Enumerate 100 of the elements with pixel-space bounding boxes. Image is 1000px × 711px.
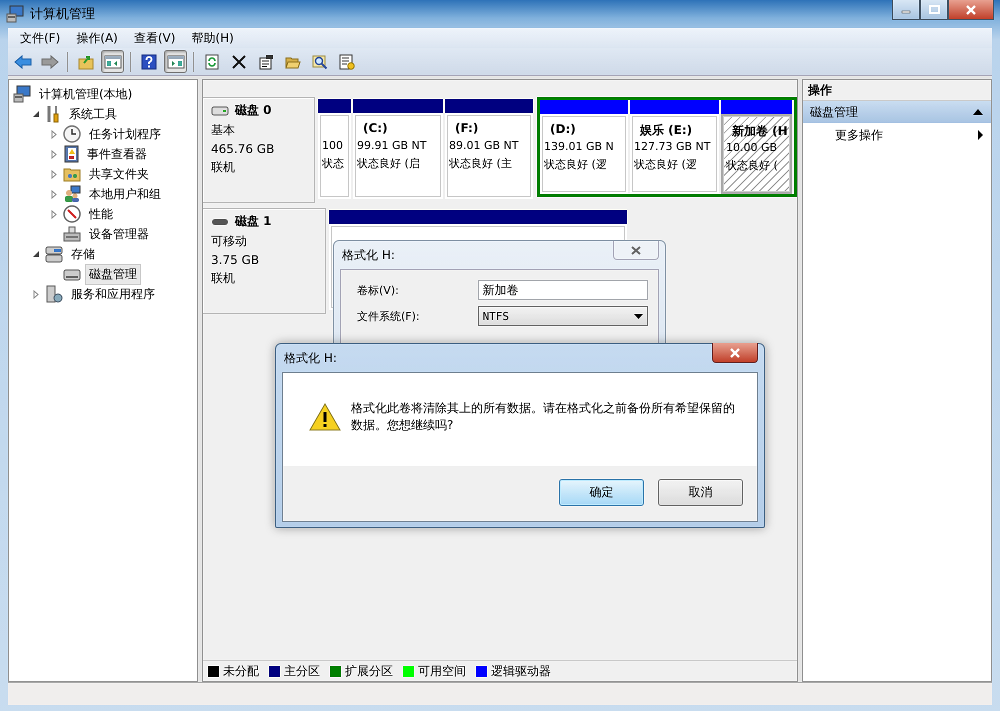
legend-label: 主分区 (284, 662, 320, 680)
expand-triangle-icon (51, 150, 57, 158)
console-tree-icon (104, 54, 122, 70)
disk-name: 磁盘 1 (235, 213, 272, 230)
expand-triangle-icon (33, 290, 39, 298)
menu-item[interactable]: 查看(V) (126, 30, 184, 46)
tools-icon (45, 105, 61, 123)
input-field[interactable]: 新加卷 (478, 280, 648, 300)
back-arrow-icon (14, 54, 32, 70)
disk-size: 465.76 GB (211, 142, 276, 156)
volume-size: 127.73 GB NT (634, 140, 712, 153)
maximize-button[interactable] (920, 0, 948, 20)
volume-label: 娱乐 (E:) (638, 122, 694, 136)
dropdown[interactable]: NTFS (478, 306, 648, 326)
tree-item[interactable]: 设备管理器 (85, 224, 153, 244)
forward-arrow-icon (40, 54, 58, 70)
partition-block[interactable]: (D:) 139.01 GB N 状态良好 (逻 (540, 114, 628, 194)
legend-label: 逻辑驱动器 (491, 662, 551, 680)
tree-item[interactable]: 服务和应用程序 (67, 284, 159, 304)
tree-item[interactable]: 性能 (85, 204, 117, 224)
volume-label: (F:) (454, 121, 480, 135)
close-button[interactable] (712, 343, 758, 363)
minimize-button[interactable] (892, 0, 920, 20)
action-pane-icon (166, 54, 184, 70)
delete-icon (230, 54, 246, 70)
disk-size: 3.75 GB (211, 253, 260, 267)
dialog-title: 格式化 H: (284, 350, 337, 366)
disk-status: 联机 (211, 159, 236, 176)
tree-item[interactable]: 本地用户和组 (85, 184, 165, 204)
partition-block[interactable]: (C:) 99.91 GB NT 状态良好 (启 (353, 113, 443, 199)
expand-triangle-icon (51, 170, 57, 178)
menu-item[interactable]: 帮助(H) (183, 30, 242, 46)
device-manager-icon (63, 225, 81, 243)
volume-size: 10.00 GB (726, 141, 778, 154)
volume-status: 状态良好 (逻 (634, 157, 698, 172)
volume-size: 89.01 GB NT (449, 139, 520, 152)
search-icon (312, 54, 328, 70)
disk-type: 可移动 (211, 233, 248, 250)
storage-icon (45, 245, 63, 263)
warning-icon (309, 402, 341, 430)
action-section-header[interactable]: 磁盘管理 (803, 101, 991, 123)
properties-icon (258, 54, 274, 70)
collapse-triangle-icon (32, 250, 40, 258)
dialog-title: 格式化 H: (342, 246, 395, 264)
collapse-triangle-icon (973, 109, 983, 115)
close-icon (631, 246, 641, 254)
close-button[interactable] (613, 241, 659, 260)
tree-item[interactable]: 事件查看器 (83, 144, 151, 164)
window-title: 计算机管理 (30, 6, 95, 23)
disk-name: 磁盘 0 (235, 102, 272, 119)
volume-label: (C:) (362, 121, 389, 135)
tree-item[interactable]: 磁盘管理 (85, 264, 141, 284)
partition-block[interactable]: (F:) 89.01 GB NT 状态良好 (主 (445, 113, 533, 199)
users-icon (63, 185, 81, 203)
volume-status: 状态良好 ( (726, 158, 779, 173)
dialog-button[interactable]: 取消 (658, 479, 743, 506)
disk-status: 联机 (211, 270, 236, 287)
computer-icon (13, 85, 31, 103)
pane-heading: 操作 (808, 82, 832, 98)
tree-item[interactable]: 任务计划程序 (85, 124, 165, 144)
volume-size: 100 (322, 139, 344, 152)
folder-up-icon (78, 54, 94, 70)
volume-label: 新加卷 (H (731, 123, 787, 137)
close-button[interactable] (948, 0, 994, 20)
computer-icon (6, 5, 24, 23)
menu-item[interactable]: 文件(F) (12, 30, 68, 46)
tree-item[interactable]: 计算机管理(本地) (35, 84, 136, 104)
close-icon (965, 4, 977, 14)
action-item[interactable]: 更多操作 (803, 123, 991, 147)
help-icon (140, 54, 156, 70)
collapse-triangle-icon (32, 110, 40, 118)
expand-triangle-icon (51, 130, 57, 138)
dropdown-arrow-icon (634, 314, 643, 318)
volume-size: 99.91 GB NT (357, 139, 428, 152)
volume-size: 139.01 GB N (544, 140, 615, 153)
partition-block[interactable]: 100 状态 (318, 113, 351, 199)
toolbar-button[interactable] (164, 50, 187, 73)
legend-label: 可用空间 (418, 662, 466, 680)
volume-status: 状态良好 (主 (449, 156, 513, 171)
expand-triangle-icon (51, 190, 57, 198)
tree-item[interactable]: 共享文件夹 (85, 164, 153, 184)
volume-status: 状态良好 (逻 (544, 157, 608, 172)
maximize-icon (928, 5, 940, 14)
partition-block[interactable]: 新加卷 (H 10.00 GB 状态良好 ( (721, 114, 792, 194)
close-icon (729, 348, 741, 358)
partition-block[interactable]: 娱乐 (E:) 127.73 GB NT 状态良好 (逻 (630, 114, 719, 194)
toolbar-button[interactable] (101, 50, 124, 73)
tree-item[interactable]: 系统工具 (65, 104, 121, 124)
partition-header-bar (318, 99, 351, 113)
field-label: 文件系统(F): (357, 308, 421, 324)
tree-item[interactable]: 存储 (67, 244, 99, 264)
partition-header-bar (721, 100, 792, 114)
legend-label: 扩展分区 (345, 662, 393, 680)
dialog-button[interactable]: 确定 (559, 479, 644, 506)
clock-icon (63, 125, 81, 143)
menu-item[interactable]: 操作(A) (68, 30, 126, 46)
volume-status: 状态良好 (启 (357, 156, 421, 171)
gauge-icon (63, 205, 81, 223)
disk-type: 基本 (211, 122, 236, 139)
volume-status: 状态 (322, 156, 345, 171)
